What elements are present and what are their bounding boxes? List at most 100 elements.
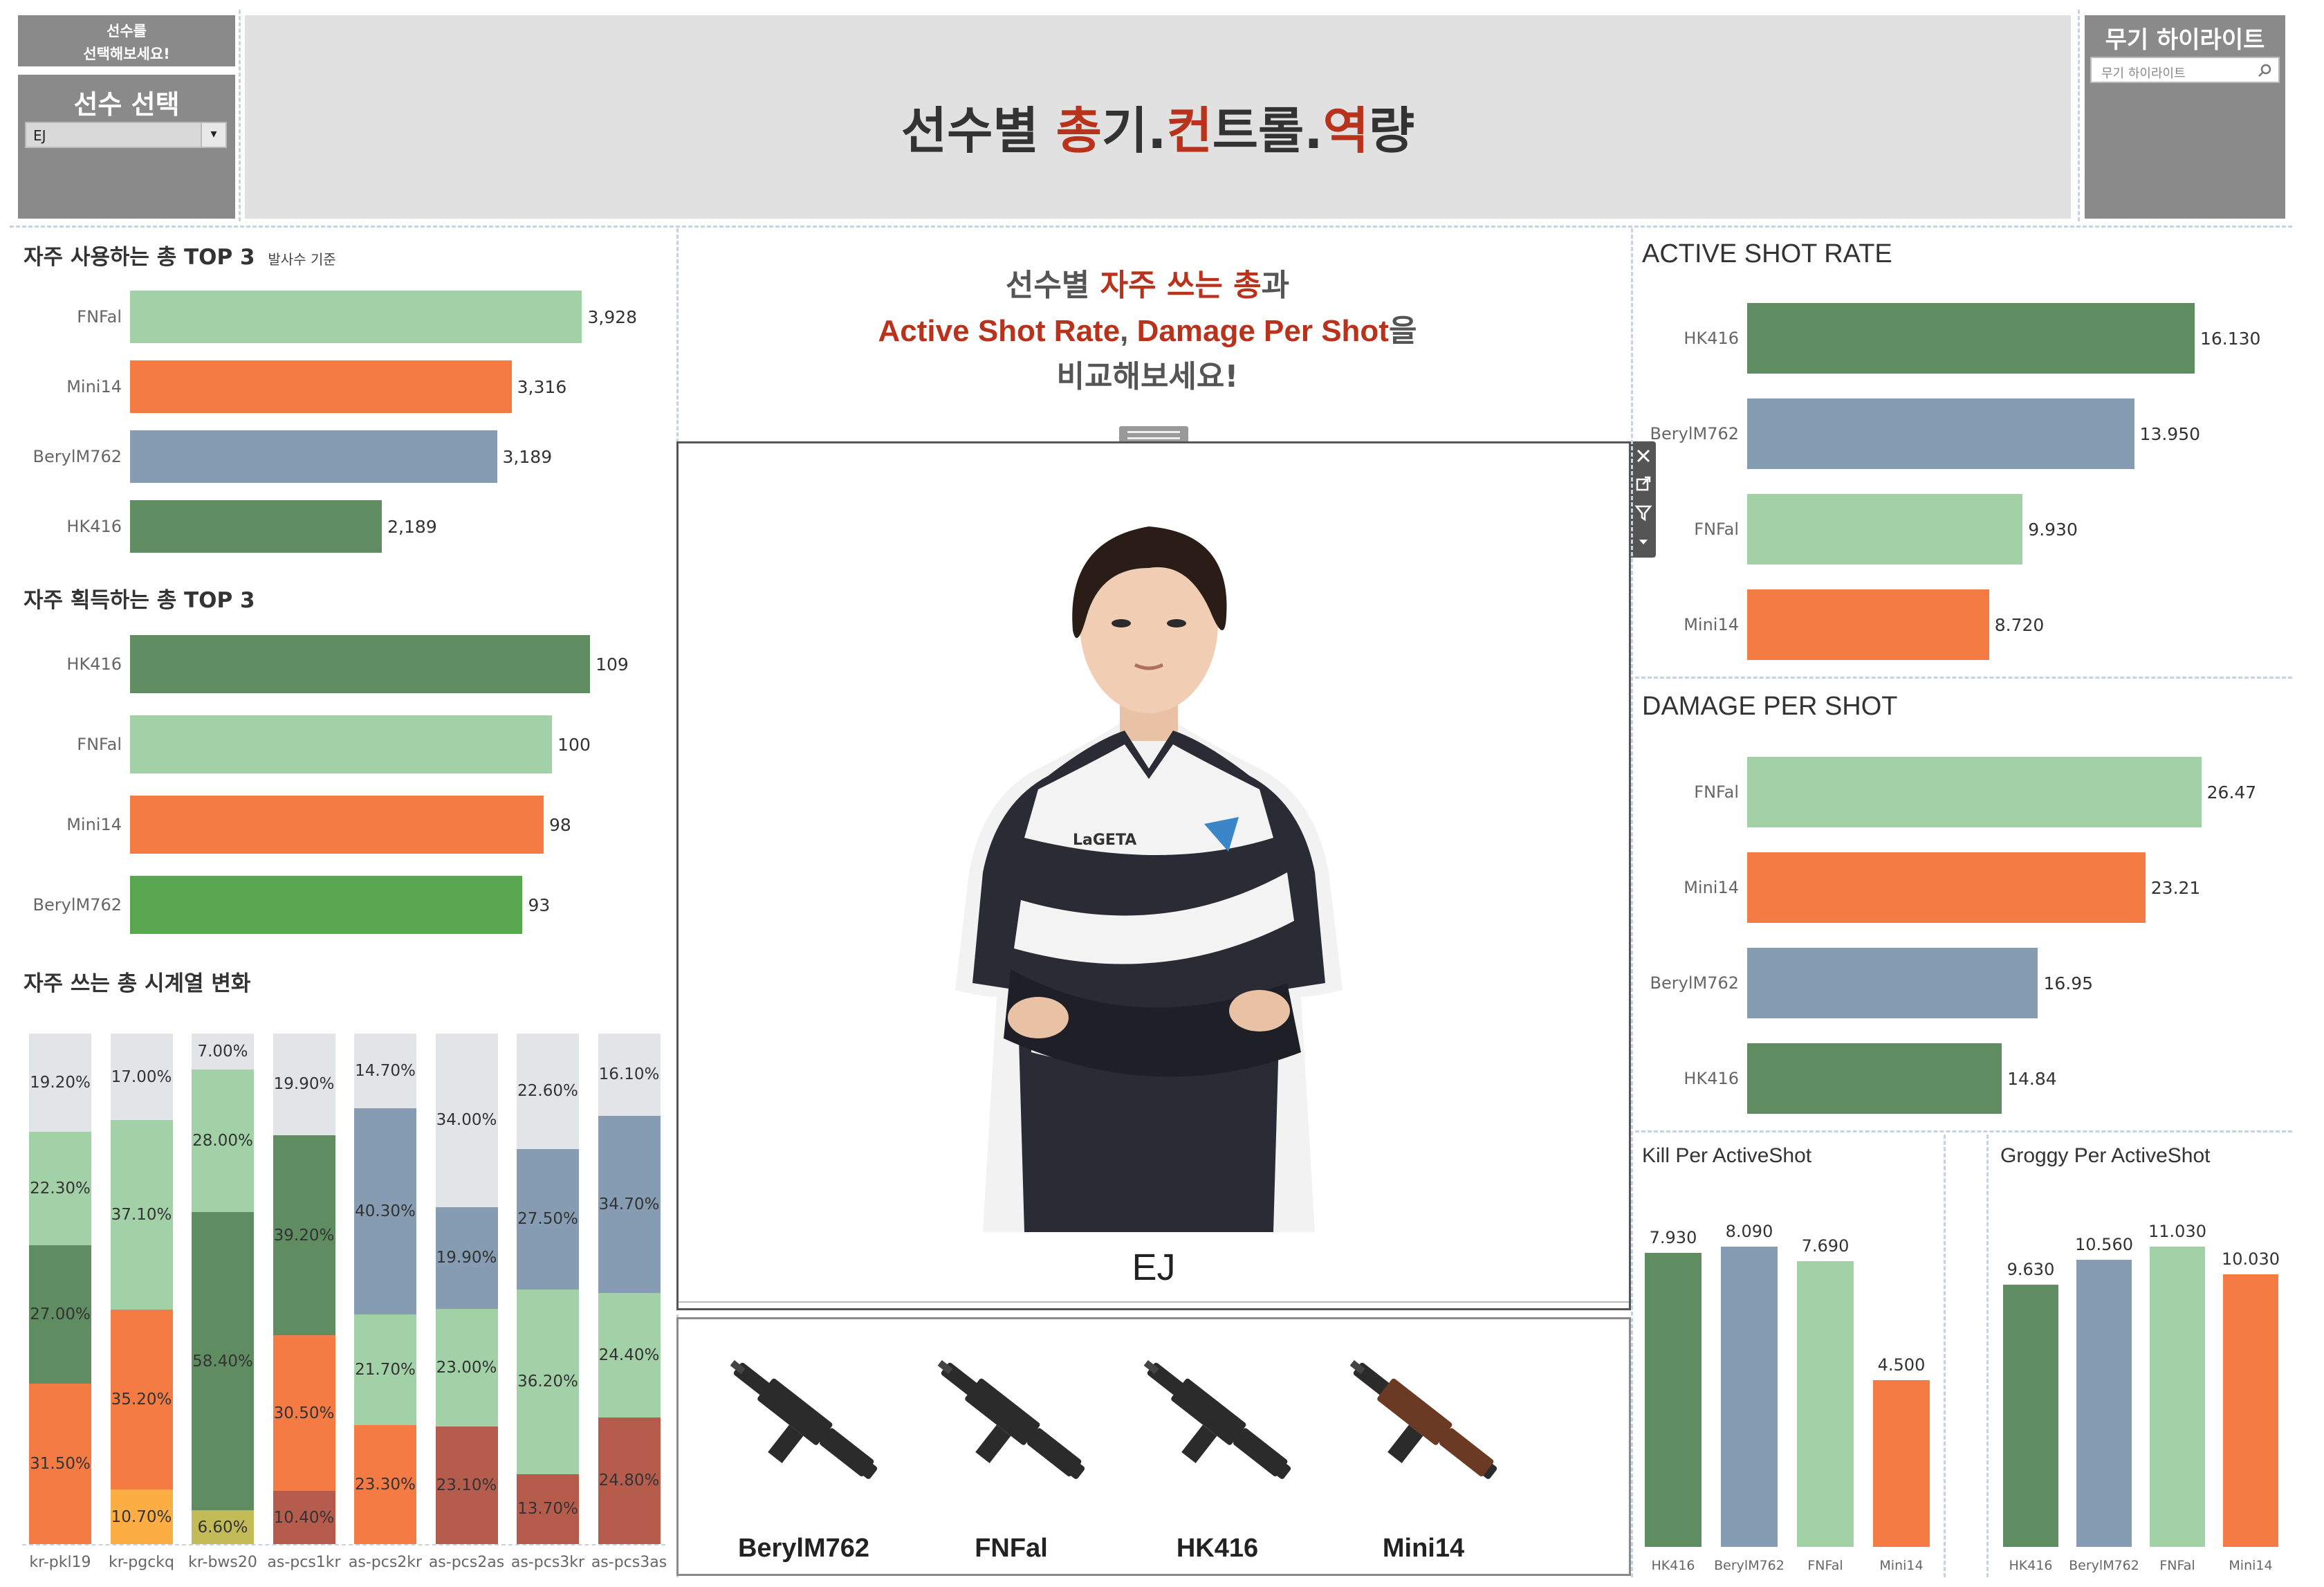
stack-segment-label: 23.30%: [355, 1476, 416, 1494]
divider: [1635, 1130, 2292, 1132]
select-prompt-box: 선수를 선택해보세요!: [18, 15, 235, 66]
kill-per-activeshot-title: Kill Per ActiveShot: [1642, 1144, 1812, 1167]
stack-segment-label: 37.10%: [111, 1206, 172, 1224]
bar-category-label: HK416: [2009, 1558, 2053, 1573]
stack-segment-label: 23.10%: [436, 1476, 497, 1494]
bar: [1797, 1261, 1854, 1547]
intro-accent: 자주 쓰는 총: [1100, 268, 1262, 303]
player-select-dropdown[interactable]: EJ ▾: [25, 122, 227, 148]
damage-per-shot-chart: FNFal 26.47 Mini14 23.21 BerylM762 16.95 HK416…: [1636, 743, 2300, 1130]
weapon-highlight-search[interactable]: 무기 하이라이트: [2090, 57, 2280, 83]
bar: [130, 360, 512, 413]
stacked-column: 19.20% 22.30% 27.00% 31.50%: [29, 1034, 91, 1544]
select-prompt-line2: 선택해보세요!: [83, 46, 170, 62]
weapon-highlight-panel: 무기 하이라이트 무기 하이라이트: [2085, 15, 2285, 219]
bar-category-label: FNFal: [1694, 782, 1739, 802]
bar: [1747, 303, 2195, 374]
weapon-item[interactable]: Mini14: [1323, 1333, 1524, 1568]
bar-category-label: Mini14: [2229, 1558, 2273, 1573]
bar-value-label: 3,316: [517, 377, 567, 397]
bar: [1747, 948, 2038, 1018]
stack-segment-label: 34.70%: [598, 1195, 660, 1213]
bar-value-label: 100: [557, 735, 591, 755]
bar: [2076, 1259, 2132, 1547]
stack-segment-label: 17.00%: [111, 1067, 172, 1086]
top-used-title: 자주 사용하는 총 TOP 3 발사수 기준: [24, 239, 336, 270]
stack-segment-label: 23.00%: [436, 1358, 497, 1377]
divider: [1986, 1135, 1989, 1577]
bar-category-label: Mini14: [66, 377, 122, 396]
stack-segment-label: 39.20%: [273, 1226, 335, 1245]
divider: [1631, 228, 1633, 1577]
groggy-per-activeshot-chart: 9.630 HK416 10.560 BerylM762 11.030 FNFal 10.0…: [1995, 1176, 2299, 1577]
rifle-icon: [730, 1360, 878, 1479]
divider: [1944, 1135, 1946, 1577]
player-select-value: EJ: [33, 127, 46, 144]
bar: [130, 291, 582, 343]
bar: [1721, 1246, 1778, 1547]
groggy-per-activeshot-title: Groggy Per ActiveShot: [2000, 1144, 2211, 1167]
weapon-name: Mini14: [1382, 1534, 1465, 1563]
weapon-strip: BerylM762 FNFal HK416 Mini14: [676, 1317, 1631, 1576]
bar-category-label: HK416: [66, 654, 122, 674]
stack-segment-label: 24.80%: [598, 1471, 660, 1490]
bar-value-label: 11.030: [2148, 1222, 2206, 1242]
bar: [130, 715, 553, 773]
bar-value-label: 23.21: [2150, 878, 2201, 898]
weapon-highlight-placeholder: 무기 하이라이트: [2101, 66, 2186, 81]
bar-value-label: 8.720: [1994, 615, 2045, 635]
stacked-column: 34.00% 19.90% 23.00% 23.10%: [435, 1034, 498, 1544]
bar: [2223, 1274, 2278, 1547]
center-intro: 선수별 자주 쓰는 총과 Active Shot Rate, Damage Pe…: [678, 263, 1617, 400]
bar: [1747, 1043, 2002, 1114]
stack-segment-label: 22.60%: [517, 1082, 578, 1101]
column-category-label: kr-bws20: [188, 1554, 257, 1571]
column-category-label: as-pcs2as: [428, 1554, 505, 1571]
bar-value-label: 16.95: [2043, 973, 2094, 993]
stack-segment-label: 14.70%: [355, 1062, 416, 1081]
intro-line2: Active Shot Rate, Damage Per Shot을: [678, 309, 1617, 354]
intro-text: 선수별: [1005, 268, 1100, 303]
bar-value-label: 3,928: [587, 307, 638, 327]
weapon-name: BerylM762: [737, 1534, 870, 1563]
stack-segment-label: 58.40%: [192, 1352, 253, 1370]
frame-bottom-rule: [679, 1301, 1629, 1303]
player-select-title: 선수 선택: [73, 89, 180, 120]
bar: [1873, 1379, 1930, 1547]
intro-text: ,: [1120, 314, 1137, 348]
rifle-icon: [1143, 1360, 1291, 1479]
chevron-down-icon[interactable]: ▾: [201, 123, 225, 147]
stack-segment-label: 36.20%: [517, 1373, 578, 1391]
divider: [10, 226, 2292, 228]
bar-category-label: Mini14: [66, 815, 122, 834]
bar-category-label: BerylM762: [1650, 973, 1739, 993]
bar-category-label: FNFal: [77, 735, 122, 754]
stack-segment-label: 7.00%: [197, 1042, 248, 1061]
bar-value-label: 16.130: [2200, 329, 2261, 349]
bar: [2003, 1285, 2058, 1547]
stack-segment-label: 10.40%: [273, 1508, 335, 1527]
column-category-label: as-pcs3kr: [510, 1554, 585, 1571]
title-part: 총: [1055, 102, 1102, 160]
title-part: 선수별: [901, 102, 1056, 160]
stacked-column: 7.00% 28.00% 58.40% 6.60%: [192, 1034, 254, 1544]
drag-handle[interactable]: [1119, 426, 1188, 443]
bar-category-label: HK416: [1684, 1069, 1739, 1088]
intro-text: 과: [1261, 268, 1290, 303]
top-acquired-title: 자주 획득하는 총 TOP 3: [24, 588, 255, 613]
weapon-item[interactable]: BerylM762: [703, 1333, 904, 1568]
bar-category-label: HK416: [1651, 1558, 1695, 1573]
bar-value-label: 9.630: [2007, 1260, 2055, 1280]
top-used-subtitle: 발사수 기준: [268, 251, 336, 268]
search-icon[interactable]: [2258, 63, 2273, 78]
weapon-item[interactable]: FNFal: [911, 1333, 1112, 1568]
title-part: 컨: [1166, 102, 1212, 160]
player-name: EJ: [1132, 1247, 1176, 1288]
bar-value-label: 14.84: [2007, 1069, 2057, 1089]
header-banner: 선수별 총기.컨트롤.역량: [245, 15, 2071, 219]
weapon-item[interactable]: HK416: [1117, 1333, 1318, 1568]
bar: [1747, 852, 2146, 923]
stack-segment-label: 24.40%: [598, 1346, 660, 1364]
intro-accent: Damage Per Shot: [1136, 314, 1389, 348]
active-shot-rate-chart: HK416 16.130 BerylM762 13.950 FNFal 9.930 Mini…: [1636, 291, 2300, 678]
